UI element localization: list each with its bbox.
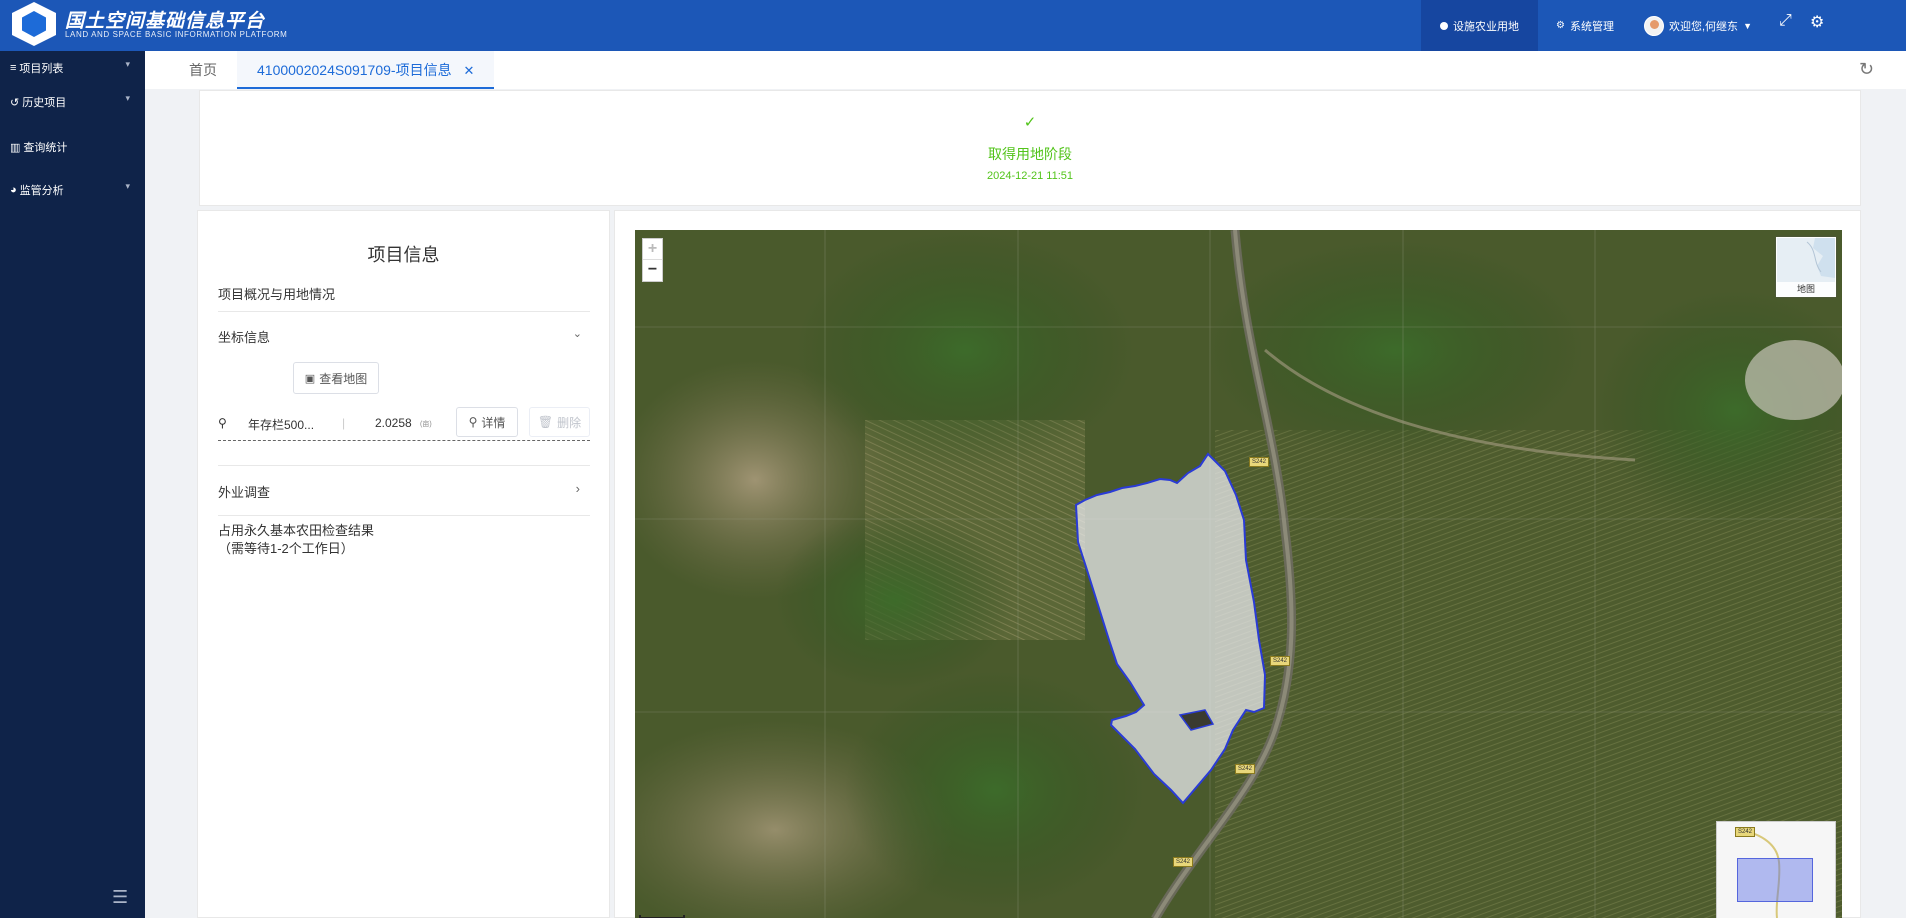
stage-status-card: ✓ 取得用地阶段 2024-12-21 11:51: [199, 90, 1861, 206]
coord-info-toggle[interactable]: 坐标信息 ⌄: [218, 327, 590, 346]
chevron-down-icon: ▾: [125, 93, 130, 103]
map-panel: S242 S242 S242 S242 + − 地图 S242: [614, 210, 1861, 918]
bar-chart-icon: ▥: [10, 141, 21, 154]
divider: [218, 465, 590, 466]
overview-section-title[interactable]: 项目概况与用地情况: [218, 284, 590, 303]
farmland-check-section[interactable]: 占用永久基本农田检查结果 （需等待1-2个工作日）: [218, 522, 590, 558]
zoom-in-button[interactable]: +: [643, 239, 662, 260]
trash-icon: 🗑: [537, 415, 554, 429]
view-map-label: 查看地图: [319, 371, 368, 386]
settings-icon[interactable]: ⚙: [1810, 12, 1824, 32]
basemap-label: 地图: [1777, 282, 1835, 296]
list-icon: ≡: [10, 62, 17, 74]
platform-subtitle: LAND AND SPACE BASIC INFORMATION PLATFOR…: [65, 30, 288, 39]
platform-title: 国土空间基础信息平台: [65, 11, 266, 32]
field-survey-toggle[interactable]: 外业调查 ›: [218, 481, 590, 501]
view-map-button[interactable]: ▣ 查看地图: [293, 362, 379, 394]
chevron-down-icon: ▼: [1743, 20, 1752, 31]
farmland-check-note: （需等待1-2个工作日）: [218, 541, 354, 556]
sidebar-item-label: 查询统计: [23, 142, 68, 154]
detail-label: 详情: [481, 415, 506, 430]
pie-chart-icon: ◕: [10, 184, 17, 196]
stage-time: 2024-12-21 11:51: [986, 170, 1074, 182]
chevron-down-icon: ▾: [125, 181, 130, 191]
chevron-right-icon: ›: [575, 481, 580, 496]
tab-project-info-label: 4100002024S091709-项目信息: [257, 62, 452, 78]
basemap-thumbnail-icon: [1777, 238, 1835, 282]
satellite-map[interactable]: S242 S242 S242 S242 + − 地图 S242: [635, 230, 1842, 918]
parcel-area-unit: (亩): [420, 421, 432, 428]
nav-facility-agriculture[interactable]: 设施农业用地: [1421, 0, 1538, 51]
sidebar-item-label: 监管分析: [19, 185, 64, 197]
sidebar-item-supervision-analysis[interactable]: ◕ 监管分析 ▾: [10, 181, 130, 198]
chevron-down-icon: ⌄: [572, 328, 582, 340]
basemap-toggle[interactable]: 地图: [1776, 237, 1836, 297]
road-label: S242: [1173, 857, 1193, 867]
history-icon: ↺: [10, 96, 20, 109]
parcel-name: 年存栏500...: [248, 418, 315, 432]
location-pin-icon: ⚲: [218, 416, 227, 430]
separator: |: [342, 416, 346, 430]
sidebar-item-project-list[interactable]: ≡ 项目列表 ▾: [10, 59, 130, 76]
stage-label: 取得用地阶段: [988, 146, 1072, 162]
zoom-control: + −: [642, 238, 663, 282]
zoom-out-button[interactable]: −: [643, 260, 662, 281]
user-menu[interactable]: 欢迎您,何继东 ▼: [1644, 0, 1752, 51]
collapse-sidebar-icon[interactable]: ☰: [112, 887, 128, 908]
map-icon: ▣: [304, 372, 316, 385]
tab-project-info[interactable]: 4100002024S091709-项目信息 ✕: [237, 51, 495, 89]
check-icon: ✓: [1023, 114, 1037, 131]
top-header: 国土空间基础信息平台 LAND AND SPACE BASIC INFORMAT…: [0, 0, 1906, 51]
close-icon[interactable]: ✕: [463, 63, 474, 78]
fullscreen-icon[interactable]: ⤢: [1779, 12, 1792, 30]
avatar: [1644, 15, 1664, 36]
overview-road-label: S242: [1735, 827, 1755, 837]
field-survey-label: 外业调查: [218, 485, 271, 500]
parcel-area: 2.0258: [375, 416, 412, 430]
detail-button[interactable]: ⚲ 详情: [456, 407, 518, 437]
road-label: S242: [1270, 656, 1290, 666]
satellite-imagery: [635, 230, 1842, 918]
tab-home[interactable]: 首页: [189, 51, 217, 89]
sidebar-item-label: 项目列表: [19, 63, 64, 75]
globe-icon: [1440, 21, 1448, 30]
sidebar-item-history-projects[interactable]: ↺ 历史项目 ▾: [10, 93, 130, 110]
panel-title: 项目信息: [367, 245, 440, 265]
sidebar-item-label: 历史项目: [22, 97, 67, 109]
delete-label: 删除: [557, 415, 582, 430]
project-info-panel: 项目信息 项目概况与用地情况 坐标信息 ⌄ ▣ 查看地图 ⚲ 年存栏500...…: [197, 210, 610, 918]
coord-info-label: 坐标信息: [218, 330, 271, 345]
delete-button[interactable]: 🗑 删除: [529, 407, 590, 437]
chevron-down-icon: ▾: [125, 59, 130, 69]
sidebar: ≡ 项目列表 ▾ ↺ 历史项目 ▾ ▥ 查询统计 ◕ 监管分析 ▾ ☰: [0, 51, 145, 918]
overview-map[interactable]: S242: [1716, 821, 1836, 918]
welcome-text: 欢迎您,何继东: [1669, 20, 1739, 33]
overview-extent-box[interactable]: [1737, 858, 1813, 902]
refresh-icon[interactable]: ↻: [1859, 59, 1874, 80]
divider: [218, 515, 590, 516]
road-label: S242: [1249, 457, 1269, 467]
sidebar-item-query-stats[interactable]: ▥ 查询统计: [10, 139, 130, 155]
farmland-check-title: 占用永久基本农田检查结果: [218, 523, 375, 538]
search-icon: ⚲: [468, 415, 478, 429]
road-label: S242: [1235, 764, 1255, 774]
nav-system-management[interactable]: ⚙ 系统管理: [1556, 0, 1614, 51]
nav-system-management-label: 系统管理: [1569, 20, 1614, 33]
nav-facility-agriculture-label: 设施农业用地: [1453, 20, 1519, 33]
parcel-row: ⚲ 年存栏500... | 2.0258 (亩) ⚲ 详情 🗑 删除: [218, 407, 590, 441]
gears-icon: ⚙: [1556, 20, 1565, 31]
tab-bar: 首页 4100002024S091709-项目信息 ✕ ↻: [145, 51, 1906, 89]
divider: [218, 311, 590, 312]
